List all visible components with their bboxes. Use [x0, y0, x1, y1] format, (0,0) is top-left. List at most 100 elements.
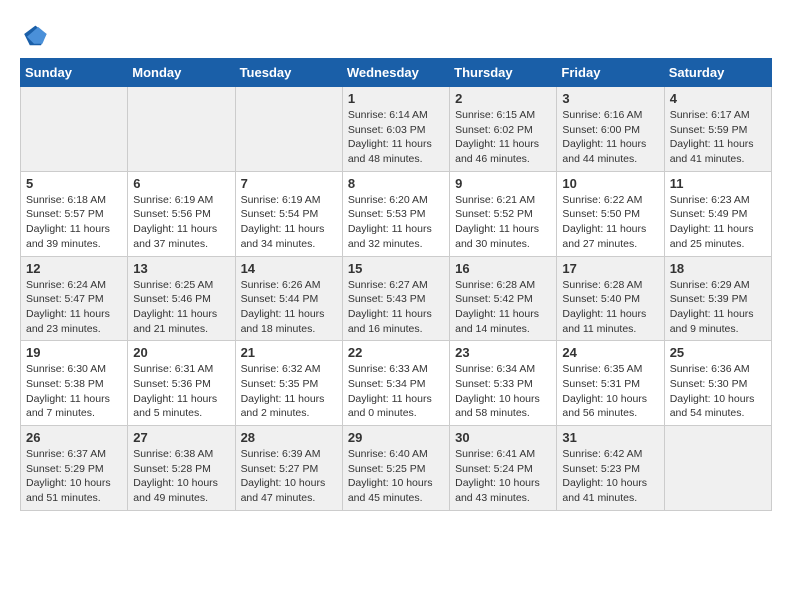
day-info: Sunrise: 6:24 AM Sunset: 5:47 PM Dayligh…: [26, 278, 122, 337]
day-info: Sunrise: 6:36 AM Sunset: 5:30 PM Dayligh…: [670, 362, 766, 421]
calendar-cell: 23 Sunrise: 6:34 AM Sunset: 5:33 PM Dayli…: [450, 341, 557, 426]
calendar-cell: 14Sunrise: 6:26 AM Sunset: 5:44 PM Dayli…: [235, 256, 342, 341]
day-info: Sunrise: 6:38 AM Sunset: 5:28 PM Dayligh…: [133, 447, 229, 506]
day-info: Sunrise: 6:42 AM Sunset: 5:23 PM Dayligh…: [562, 447, 658, 506]
day-number: 31: [562, 430, 658, 445]
calendar-cell: 3 Sunrise: 6:16 AM Sunset: 6:00 PM Daylig…: [557, 87, 664, 172]
calendar-cell: 22Sunrise: 6:33 AM Sunset: 5:34 PM Dayli…: [342, 341, 449, 426]
day-info: Sunrise: 6:23 AM Sunset: 5:49 PM Dayligh…: [670, 193, 766, 252]
calendar-cell: 31 Sunrise: 6:42 AM Sunset: 5:23 PM Dayli…: [557, 426, 664, 511]
weekday-header-row: SundayMondayTuesdayWednesdayThursdayFrid…: [21, 59, 772, 87]
weekday-header-sunday: Sunday: [21, 59, 128, 87]
day-number: 21: [241, 345, 337, 360]
day-info: Sunrise: 6:15 AM Sunset: 6:02 PM Dayligh…: [455, 108, 551, 167]
calendar-cell: 21 Sunrise: 6:32 AM Sunset: 5:35 PM Dayli…: [235, 341, 342, 426]
day-number: 27: [133, 430, 229, 445]
day-number: 18: [670, 261, 766, 276]
calendar-cell: [664, 426, 771, 511]
calendar-cell: 15Sunrise: 6:27 AM Sunset: 5:43 PM Dayli…: [342, 256, 449, 341]
day-number: 12: [26, 261, 122, 276]
day-number: 17: [562, 261, 658, 276]
calendar-cell: 17 Sunrise: 6:28 AM Sunset: 5:40 PM Dayli…: [557, 256, 664, 341]
calendar-cell: 27 Sunrise: 6:38 AM Sunset: 5:28 PM Dayli…: [128, 426, 235, 511]
day-info: Sunrise: 6:21 AM Sunset: 5:52 PM Dayligh…: [455, 193, 551, 252]
calendar-cell: 11Sunrise: 6:23 AM Sunset: 5:49 PM Dayli…: [664, 171, 771, 256]
day-number: 16: [455, 261, 551, 276]
day-number: 14: [241, 261, 337, 276]
day-info: Sunrise: 6:16 AM Sunset: 6:00 PM Dayligh…: [562, 108, 658, 167]
day-info: Sunrise: 6:30 AM Sunset: 5:38 PM Dayligh…: [26, 362, 122, 421]
calendar-cell: 1Sunrise: 6:14 AM Sunset: 6:03 PM Daylig…: [342, 87, 449, 172]
day-info: Sunrise: 6:34 AM Sunset: 5:33 PM Dayligh…: [455, 362, 551, 421]
weekday-header-wednesday: Wednesday: [342, 59, 449, 87]
calendar-cell: 4 Sunrise: 6:17 AM Sunset: 5:59 PM Daylig…: [664, 87, 771, 172]
weekday-header-monday: Monday: [128, 59, 235, 87]
calendar-cell: 7Sunrise: 6:19 AM Sunset: 5:54 PM Daylig…: [235, 171, 342, 256]
day-number: 4: [670, 91, 766, 106]
day-info: Sunrise: 6:31 AM Sunset: 5:36 PM Dayligh…: [133, 362, 229, 421]
calendar-week-row: 12 Sunrise: 6:24 AM Sunset: 5:47 PM Dayli…: [21, 256, 772, 341]
calendar-cell: 5 Sunrise: 6:18 AM Sunset: 5:57 PM Daylig…: [21, 171, 128, 256]
calendar-table: SundayMondayTuesdayWednesdayThursdayFrid…: [20, 58, 772, 511]
day-number: 8: [348, 176, 444, 191]
calendar-cell: 20 Sunrise: 6:31 AM Sunset: 5:36 PM Dayli…: [128, 341, 235, 426]
calendar-cell: 10Sunrise: 6:22 AM Sunset: 5:50 PM Dayli…: [557, 171, 664, 256]
day-info: Sunrise: 6:18 AM Sunset: 5:57 PM Dayligh…: [26, 193, 122, 252]
calendar-cell: [21, 87, 128, 172]
day-number: 3: [562, 91, 658, 106]
day-info: Sunrise: 6:27 AM Sunset: 5:43 PM Dayligh…: [348, 278, 444, 337]
header: [20, 20, 772, 48]
day-info: Sunrise: 6:35 AM Sunset: 5:31 PM Dayligh…: [562, 362, 658, 421]
logo-icon: [20, 20, 48, 48]
calendar-cell: [128, 87, 235, 172]
day-number: 28: [241, 430, 337, 445]
day-number: 5: [26, 176, 122, 191]
calendar-week-row: 26 Sunrise: 6:37 AM Sunset: 5:29 PM Dayli…: [21, 426, 772, 511]
day-info: Sunrise: 6:14 AM Sunset: 6:03 PM Dayligh…: [348, 108, 444, 167]
day-number: 20: [133, 345, 229, 360]
weekday-header-thursday: Thursday: [450, 59, 557, 87]
day-info: Sunrise: 6:32 AM Sunset: 5:35 PM Dayligh…: [241, 362, 337, 421]
day-number: 22: [348, 345, 444, 360]
day-number: 24: [562, 345, 658, 360]
weekday-header-friday: Friday: [557, 59, 664, 87]
calendar-cell: 12 Sunrise: 6:24 AM Sunset: 5:47 PM Dayli…: [21, 256, 128, 341]
calendar-week-row: 5 Sunrise: 6:18 AM Sunset: 5:57 PM Daylig…: [21, 171, 772, 256]
day-number: 23: [455, 345, 551, 360]
day-info: Sunrise: 6:40 AM Sunset: 5:25 PM Dayligh…: [348, 447, 444, 506]
day-info: Sunrise: 6:39 AM Sunset: 5:27 PM Dayligh…: [241, 447, 337, 506]
calendar-cell: 9 Sunrise: 6:21 AM Sunset: 5:52 PM Daylig…: [450, 171, 557, 256]
calendar-cell: [235, 87, 342, 172]
day-info: Sunrise: 6:28 AM Sunset: 5:40 PM Dayligh…: [562, 278, 658, 337]
day-number: 25: [670, 345, 766, 360]
day-number: 7: [241, 176, 337, 191]
day-number: 29: [348, 430, 444, 445]
calendar-cell: 18Sunrise: 6:29 AM Sunset: 5:39 PM Dayli…: [664, 256, 771, 341]
day-number: 2: [455, 91, 551, 106]
weekday-header-tuesday: Tuesday: [235, 59, 342, 87]
day-number: 19: [26, 345, 122, 360]
day-info: Sunrise: 6:25 AM Sunset: 5:46 PM Dayligh…: [133, 278, 229, 337]
day-info: Sunrise: 6:17 AM Sunset: 5:59 PM Dayligh…: [670, 108, 766, 167]
calendar-cell: 13 Sunrise: 6:25 AM Sunset: 5:46 PM Dayli…: [128, 256, 235, 341]
calendar-cell: 2 Sunrise: 6:15 AM Sunset: 6:02 PM Daylig…: [450, 87, 557, 172]
day-info: Sunrise: 6:19 AM Sunset: 5:56 PM Dayligh…: [133, 193, 229, 252]
day-number: 26: [26, 430, 122, 445]
page-container: SundayMondayTuesdayWednesdayThursdayFrid…: [20, 20, 772, 511]
calendar-cell: 24 Sunrise: 6:35 AM Sunset: 5:31 PM Dayli…: [557, 341, 664, 426]
calendar-cell: 16Sunrise: 6:28 AM Sunset: 5:42 PM Dayli…: [450, 256, 557, 341]
logo-area: [20, 20, 50, 48]
calendar-cell: 28 Sunrise: 6:39 AM Sunset: 5:27 PM Dayli…: [235, 426, 342, 511]
day-number: 30: [455, 430, 551, 445]
calendar-cell: 19 Sunrise: 6:30 AM Sunset: 5:38 PM Dayli…: [21, 341, 128, 426]
calendar-cell: 30Sunrise: 6:41 AM Sunset: 5:24 PM Dayli…: [450, 426, 557, 511]
calendar-cell: 29 Sunrise: 6:40 AM Sunset: 5:25 PM Dayli…: [342, 426, 449, 511]
weekday-header-saturday: Saturday: [664, 59, 771, 87]
day-info: Sunrise: 6:22 AM Sunset: 5:50 PM Dayligh…: [562, 193, 658, 252]
calendar-week-row: 19 Sunrise: 6:30 AM Sunset: 5:38 PM Dayli…: [21, 341, 772, 426]
day-info: Sunrise: 6:37 AM Sunset: 5:29 PM Dayligh…: [26, 447, 122, 506]
day-number: 9: [455, 176, 551, 191]
calendar-cell: 25 Sunrise: 6:36 AM Sunset: 5:30 PM Dayli…: [664, 341, 771, 426]
day-info: Sunrise: 6:20 AM Sunset: 5:53 PM Dayligh…: [348, 193, 444, 252]
day-number: 13: [133, 261, 229, 276]
